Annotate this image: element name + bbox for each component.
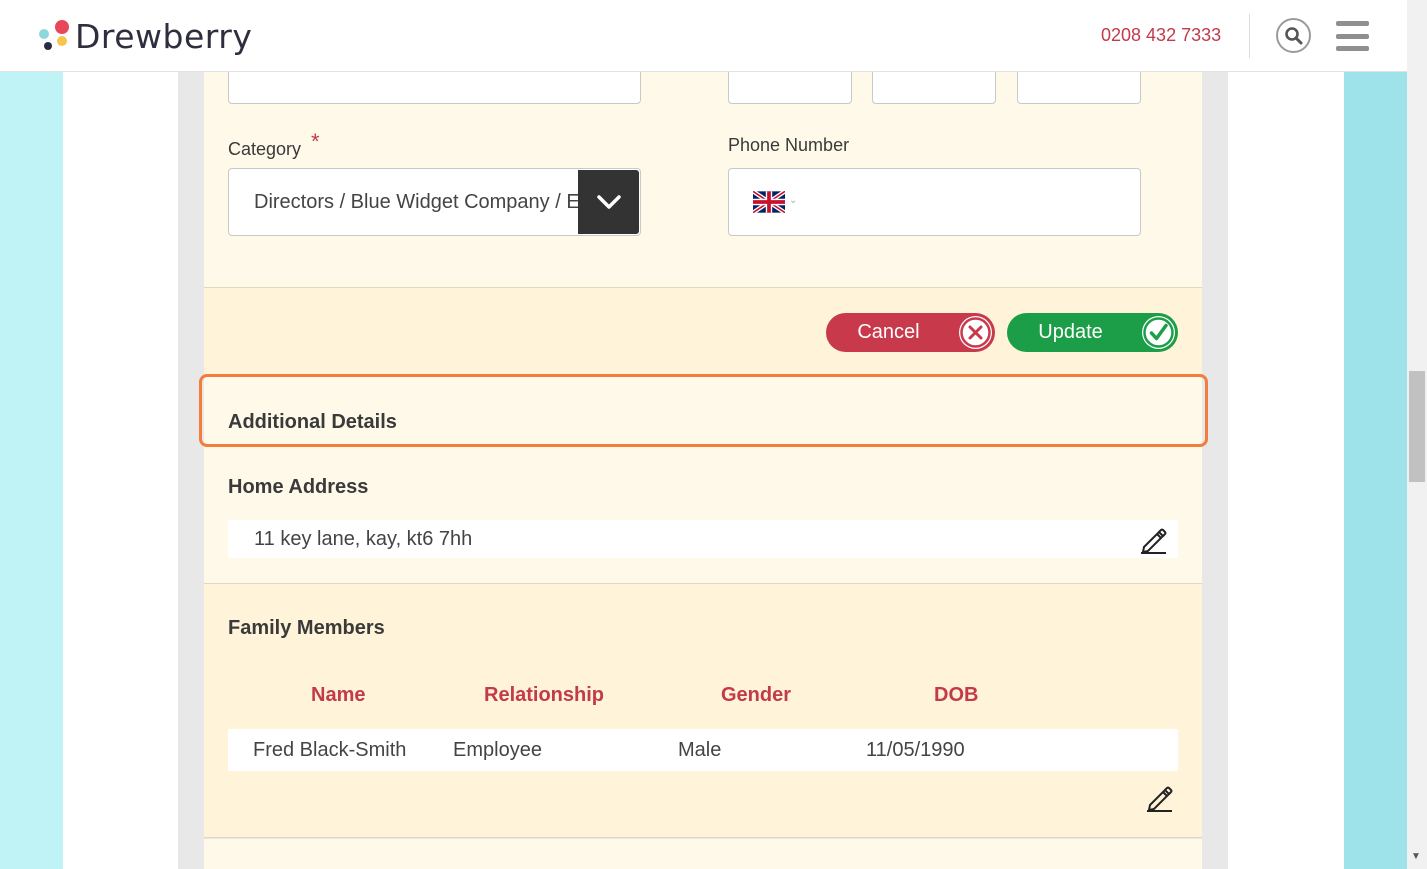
search-icon[interactable] bbox=[1276, 18, 1311, 53]
member-dob: 11/05/1990 bbox=[866, 739, 965, 761]
decorative-band-left bbox=[0, 72, 63, 869]
update-button-label: Update bbox=[1038, 321, 1103, 343]
column-header-name: Name bbox=[311, 684, 366, 706]
category-label-text: Category bbox=[228, 139, 302, 159]
phone-number-label: Phone Number bbox=[728, 135, 850, 155]
logo-text: Drewberry bbox=[75, 16, 253, 56]
cancel-button[interactable]: Cancel bbox=[826, 313, 995, 352]
logo-mark-icon bbox=[38, 19, 72, 53]
check-icon bbox=[1142, 316, 1175, 349]
scrollbar-thumb[interactable] bbox=[1409, 371, 1425, 482]
personal-details-section: 11 05 1990 Category* Directors / Blue Wi… bbox=[204, 62, 1202, 287]
home-address-title: Home Address bbox=[228, 476, 369, 498]
next-section bbox=[204, 839, 1202, 869]
family-members-title: Family Members bbox=[228, 617, 385, 639]
pencil-icon[interactable] bbox=[1138, 524, 1168, 559]
header-divider bbox=[1249, 14, 1250, 58]
close-icon bbox=[959, 316, 992, 349]
phone-link[interactable]: 0208 432 7333 bbox=[1101, 25, 1221, 46]
drewberry-logo[interactable]: Drewberry bbox=[38, 16, 252, 56]
update-button[interactable]: Update bbox=[1007, 313, 1178, 352]
site-header: Drewberry 0208 432 7333 bbox=[0, 0, 1407, 72]
home-address-value: 11 key lane, kay, kt6 7hh bbox=[254, 528, 473, 550]
column-header-relationship: Relationship bbox=[484, 684, 605, 706]
member-gender: Male bbox=[678, 739, 722, 761]
chevron-down-icon[interactable] bbox=[578, 170, 639, 234]
cancel-button-label: Cancel bbox=[857, 321, 920, 343]
category-label: Category * bbox=[228, 129, 320, 161]
member-relationship: Employee bbox=[453, 739, 542, 761]
home-address-row: 11 key lane, kay, kt6 7hh bbox=[228, 520, 1178, 558]
additional-details-title: Additional Details bbox=[228, 411, 397, 433]
uk-flag-icon[interactable] bbox=[751, 189, 787, 215]
phone-number-input[interactable]: ⌄ bbox=[728, 168, 1141, 236]
scroll-down-arrow-icon[interactable]: ▼ bbox=[1411, 851, 1421, 862]
table-row: Fred Black-Smith Employee Male 11/05/199… bbox=[228, 729, 1178, 771]
decorative-band-right bbox=[1344, 72, 1407, 869]
column-header-gender: Gender bbox=[721, 684, 792, 706]
country-caret-icon[interactable]: ⌄ bbox=[789, 195, 797, 206]
category-select[interactable]: Directors / Blue Widget Company / Employ… bbox=[228, 168, 641, 236]
required-marker: * bbox=[311, 129, 320, 154]
pencil-icon[interactable] bbox=[1144, 782, 1174, 817]
category-select-value: Directors / Blue Widget Company / Employ… bbox=[254, 191, 578, 213]
member-name: Fred Black-Smith bbox=[253, 739, 407, 761]
menu-icon[interactable] bbox=[1336, 21, 1369, 51]
column-header-dob: DOB bbox=[934, 684, 979, 706]
